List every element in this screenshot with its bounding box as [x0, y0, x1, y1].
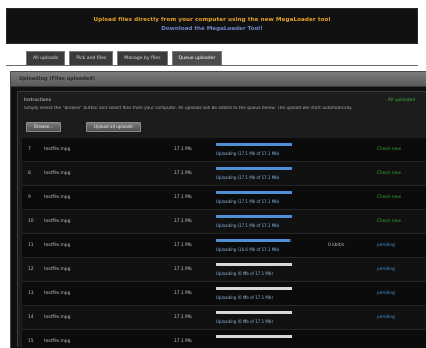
tab-pick-files[interactable]: Pick and files — [69, 51, 114, 65]
upload-section: Instructions All uploaded Simply select … — [17, 91, 426, 348]
progress-bar — [216, 311, 292, 314]
status-link[interactable]: Check new — [377, 147, 401, 152]
file-size: 17.1 Mb — [174, 219, 192, 224]
progress-bar — [216, 263, 292, 266]
status-link[interactable]: pending — [377, 315, 395, 320]
tab-all-uploads[interactable]: All uploads — [26, 51, 66, 65]
row-number: 11 — [28, 243, 34, 248]
file-size: 17.1 Mb — [174, 147, 192, 152]
file-row: 10 testfile.mpg 17.1 Mb Uploading (17.1 Mb … — [22, 210, 426, 234]
file-name: testfile.mpg — [44, 243, 71, 248]
progress-text: Uploading (0 Mb of 17.1 Mb) — [216, 319, 273, 324]
instructions-text: Simply select the "Browse" button and se… — [24, 106, 353, 111]
progress-fill — [216, 311, 292, 314]
row-number: 14 — [28, 315, 34, 320]
row-number: 12 — [28, 267, 34, 272]
row-number: 15 — [28, 339, 34, 344]
progress-fill — [216, 143, 292, 146]
file-size: 17.1 Mb — [174, 195, 192, 200]
progress-text: Uploading (17.1 Mb of 17.1 Mb) — [216, 199, 280, 204]
progress-fill — [216, 215, 292, 218]
status-link[interactable]: pending — [377, 243, 395, 248]
row-number: 7 — [28, 147, 31, 152]
file-name: testfile.mpg — [44, 147, 71, 152]
progress-text: Uploading (0 Mb of 17.1 Mb) — [216, 295, 273, 300]
file-name: testfile.mpg — [44, 267, 71, 272]
promo-banner: Upload files directly from your computer… — [6, 8, 418, 44]
file-size: 17.1 Mb — [174, 243, 192, 248]
page: Upload files directly from your computer… — [0, 0, 426, 348]
file-size: 17.1 Mb — [174, 171, 192, 176]
file-row: 8 testfile.mpg 17.1 Mb Uploading (17.1 Mb o… — [22, 162, 426, 186]
download-tool-link[interactable]: Download the MegaLoader Tool! — [7, 26, 417, 32]
progress-text: Uploading (17.1 Mb of 17.1 Mb) — [216, 151, 280, 156]
status-link[interactable]: pending — [377, 291, 395, 296]
file-name: testfile.mpg — [44, 171, 71, 176]
progress-fill — [216, 335, 292, 338]
status-link[interactable]: pending — [377, 267, 395, 272]
file-size: 17.1 Mb — [174, 267, 192, 272]
progress-bar — [216, 143, 292, 146]
row-number: 10 — [28, 219, 34, 224]
file-row: 13 testfile.mpg 17.1 Mb Uploading (0 Mb of … — [22, 282, 426, 306]
file-row: 7 testfile.mpg 17.1 Mb Uploading (17.1 Mb o… — [22, 138, 426, 162]
row-number: 8 — [28, 171, 31, 176]
tab-queue-uploader[interactable]: Queue uploader — [171, 51, 223, 65]
file-row: 12 testfile.mpg 17.1 Mb Uploading (0 Mb of … — [22, 258, 426, 282]
status-link[interactable]: Check new — [377, 195, 401, 200]
progress-fill — [216, 167, 292, 170]
file-size: 17.1 Mb — [174, 339, 192, 344]
progress-bar — [216, 191, 292, 194]
file-row: 11 testfile.mpg 17.1 Mb Uploading (16.6 Mb … — [22, 234, 426, 258]
file-size: 17.1 Mb — [174, 291, 192, 296]
banner-headline: Upload files directly from your computer… — [93, 17, 331, 23]
tab-bar: All uploads Pick and files Manage by fil… — [26, 51, 223, 65]
file-name: testfile.mpg — [44, 219, 71, 224]
upload-panel: Uploading (Files uploaded) Instructions … — [10, 71, 426, 348]
file-row: 14 testfile.mpg 17.1 Mb Uploading (0 Mb of … — [22, 306, 426, 330]
file-size: 17.1 Mb — [174, 315, 192, 320]
progress-bar — [216, 335, 292, 338]
progress-text: Uploading (16.6 Mb of 17.1 Mb) — [216, 247, 280, 252]
row-number: 13 — [28, 291, 34, 296]
progress-fill — [216, 191, 292, 194]
progress-bar — [216, 287, 292, 290]
tab-manage-files[interactable]: Manage by files — [117, 51, 168, 65]
panel-titlebar: Uploading (Files uploaded) — [11, 72, 426, 87]
status-link[interactable]: Check new — [377, 219, 401, 224]
row-number: 9 — [28, 195, 31, 200]
progress-bar — [216, 167, 292, 170]
file-name: testfile.mpg — [44, 315, 71, 320]
file-row: 9 testfile.mpg 17.1 Mb Uploading (17.1 Mb o… — [22, 186, 426, 210]
section-title: Instructions — [24, 98, 51, 103]
progress-text: Uploading (17.1 Mb of 17.1 Mb) — [216, 223, 280, 228]
file-name: testfile.mpg — [44, 339, 71, 344]
browse-button[interactable]: Browse... — [26, 122, 62, 132]
transfer-speed: 0 kbit/s — [328, 243, 345, 248]
progress-text: Uploading (0 Mb of 17.1 Mb) — [216, 271, 273, 276]
progress-text: Uploading (17.1 Mb of 17.1 Mb) — [216, 175, 280, 180]
file-name: testfile.mpg — [44, 195, 71, 200]
upload-all-button[interactable]: Upload all uploads — [86, 122, 141, 132]
progress-fill — [216, 263, 292, 266]
file-queue-table: 7 testfile.mpg 17.1 Mb Uploading (17.1 Mb o… — [22, 138, 426, 348]
file-name: testfile.mpg — [44, 291, 71, 296]
file-row: 15 testfile.mpg 17.1 Mb — [22, 330, 426, 348]
progress-bar — [216, 239, 292, 242]
status-link[interactable]: Check new — [377, 171, 401, 176]
progress-bar — [216, 215, 292, 218]
panel-title: Uploading (Files uploaded) — [19, 76, 96, 82]
progress-fill — [216, 287, 292, 290]
upload-status-text: All uploaded — [387, 98, 415, 103]
progress-fill — [216, 239, 290, 242]
tab-divider — [6, 65, 418, 66]
